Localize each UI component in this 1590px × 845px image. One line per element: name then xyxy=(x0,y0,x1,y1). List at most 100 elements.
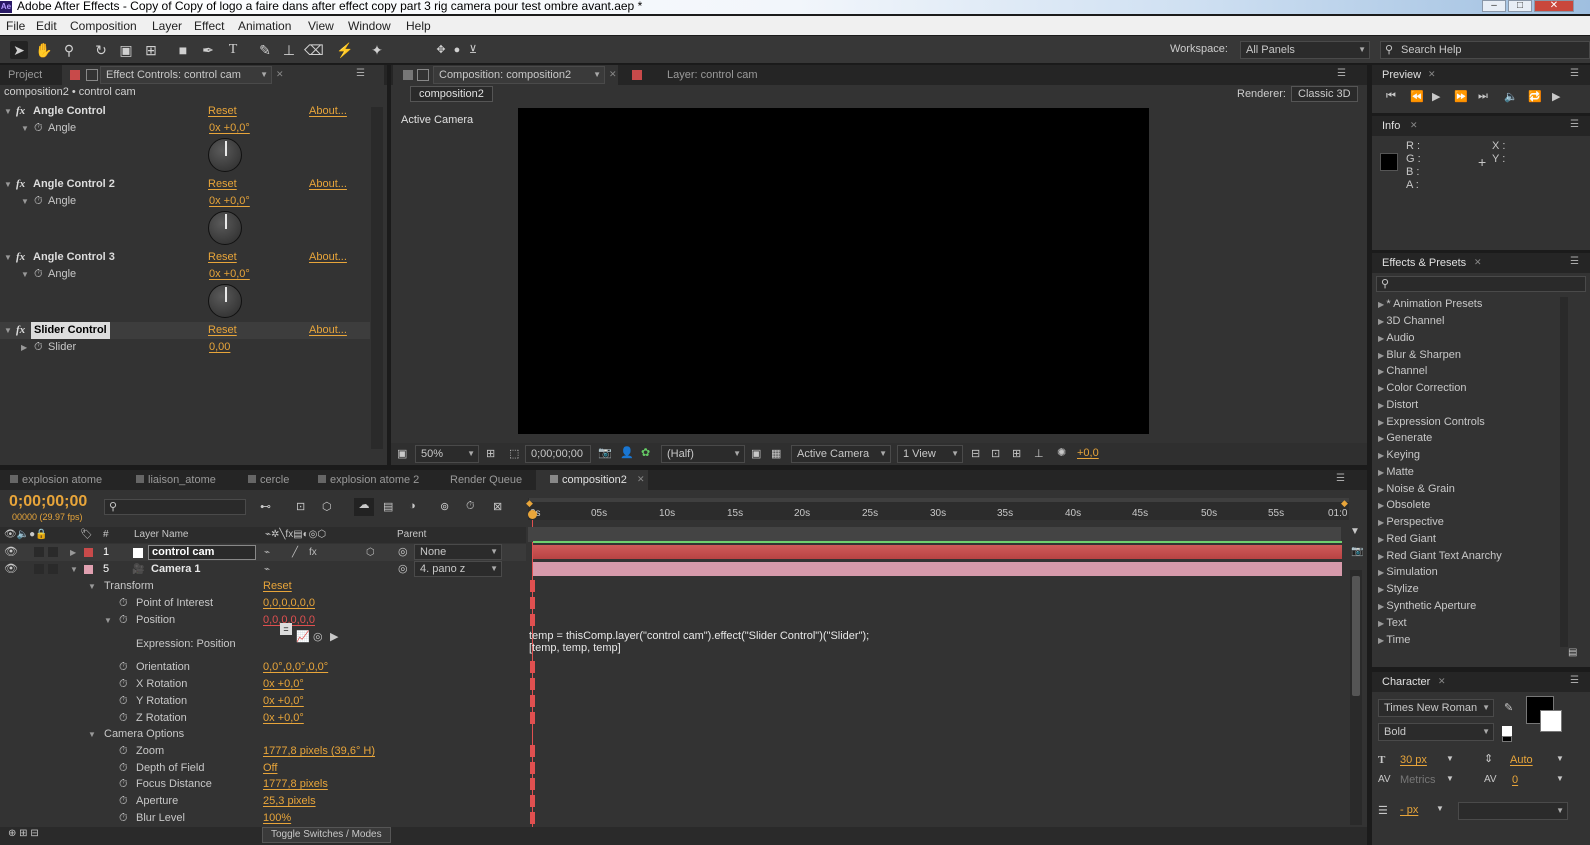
last-frame-icon[interactable]: ⏭ xyxy=(1478,90,1488,103)
preset-item[interactable]: ▶ Red Giant Text Anarchy xyxy=(1378,548,1502,564)
lock-tab-icon[interactable] xyxy=(86,69,98,81)
preset-item[interactable]: ▶ Audio xyxy=(1378,330,1415,346)
pickwhip-icon[interactable]: ◎ xyxy=(398,561,408,578)
tracking-value[interactable]: 0 xyxy=(1512,774,1518,786)
menu-file[interactable]: File xyxy=(6,19,25,33)
effect-row-angle-control-3[interactable]: ▼ fx Angle Control 3 Reset About... xyxy=(0,249,370,266)
effects-search-input[interactable]: ⚲ xyxy=(1376,276,1586,292)
graph-editor-icon[interactable]: ⊠ xyxy=(493,500,502,513)
channel-rgb-icon[interactable]: ✿ xyxy=(641,446,650,459)
effect-controls-tab[interactable]: Effect Controls: control cam ▼ xyxy=(100,66,272,84)
close-tab-icon[interactable]: ✕ xyxy=(1474,257,1482,268)
keyframe-marker-icon[interactable] xyxy=(530,661,535,673)
keyframe-marker-icon[interactable] xyxy=(530,712,535,724)
about-link[interactable]: About... xyxy=(309,103,347,120)
prop-value[interactable]: 25,3 pixels xyxy=(263,793,316,810)
layer-duration-bar[interactable] xyxy=(533,562,1342,576)
menu-layer[interactable]: Layer xyxy=(152,19,182,33)
current-time-field[interactable]: 0;00;00;00 xyxy=(525,445,591,463)
about-link[interactable]: About... xyxy=(309,322,347,339)
parent-dropdown[interactable]: None ▼ xyxy=(414,544,502,560)
stroke-style-dropdown[interactable]: ▼ xyxy=(1458,802,1568,820)
effects-list-scrollbar[interactable] xyxy=(1560,297,1568,647)
exposure-value[interactable]: +0,0 xyxy=(1077,447,1099,459)
font-size-value[interactable]: 30 px xyxy=(1400,754,1427,766)
audio-icon[interactable]: 🔈 xyxy=(1504,90,1518,103)
eyedropper-icon[interactable]: ✎ xyxy=(1504,701,1513,714)
collapse-triangle-icon[interactable]: ▼ xyxy=(4,176,12,193)
preset-item[interactable]: ▶ Text xyxy=(1378,615,1407,631)
current-time-display[interactable]: 0;00;00;00 xyxy=(9,493,87,511)
roto-brush-tool-icon[interactable]: ⚡ xyxy=(336,41,354,59)
scrollbar-thumb[interactable] xyxy=(1352,576,1360,696)
comp-marker-bin-icon[interactable]: ▼ xyxy=(1350,526,1360,537)
layer-name-field[interactable]: control cam xyxy=(148,545,256,560)
param-value[interactable]: 0x +0,0° xyxy=(209,120,250,137)
reset-link[interactable]: Reset xyxy=(208,103,237,120)
draft-3d-icon[interactable]: ⬡ xyxy=(322,500,332,513)
collapse-triangle-icon[interactable]: ▼ xyxy=(21,266,29,283)
menu-composition[interactable]: Composition xyxy=(70,19,137,33)
always-preview-icon[interactable]: ▣ xyxy=(397,447,407,460)
eraser-tool-icon[interactable]: ⌫ xyxy=(304,41,324,59)
parent-dropdown[interactable]: 4. pano z ▼ xyxy=(414,561,502,577)
chevron-down-icon[interactable]: ▼ xyxy=(1436,804,1444,813)
workspace-dropdown[interactable]: All Panels ▼ xyxy=(1240,41,1370,59)
expression-language-menu-icon[interactable]: ▶ xyxy=(330,622,338,652)
type-tool-icon[interactable]: T xyxy=(224,41,242,59)
view-axis-icon[interactable]: ⊻ xyxy=(464,41,482,59)
keyframe-marker-icon[interactable] xyxy=(530,762,535,774)
stopwatch-icon[interactable]: ⏱ xyxy=(119,659,128,676)
tab-explosion-atome-2[interactable]: explosion atome 2 xyxy=(318,470,419,490)
hand-tool-icon[interactable]: ✋ xyxy=(35,41,53,59)
live-update-icon[interactable]: ⊡ xyxy=(296,500,305,513)
selection-tool-icon[interactable]: ➤ xyxy=(10,41,28,59)
tab-liaison-atome[interactable]: liaison_atome xyxy=(136,470,216,490)
resolution-dropdown[interactable]: (Half) ▼ xyxy=(661,445,745,463)
menu-help[interactable]: Help xyxy=(406,19,431,33)
maximize-icon[interactable]: □ xyxy=(1508,0,1532,12)
ram-preview-icon[interactable]: ▶ xyxy=(1552,90,1560,103)
solo-box[interactable] xyxy=(34,547,44,557)
expression-editor[interactable]: temp = thisComp.layer("control cam").eff… xyxy=(529,630,869,654)
shy-switch-icon[interactable]: ⌁ xyxy=(264,544,270,561)
lock-tab-icon[interactable] xyxy=(417,69,429,81)
rotation-tool-icon[interactable]: ↻ xyxy=(92,41,110,59)
stopwatch-icon[interactable]: ⏱ xyxy=(34,120,43,137)
collapse-triangle-icon[interactable]: ▼ xyxy=(104,612,112,629)
search-help-field[interactable]: ⚲ Search Help xyxy=(1380,41,1590,59)
fx-icon[interactable]: fx xyxy=(16,103,25,120)
quality-switch-icon[interactable]: ╱ xyxy=(292,544,298,561)
hide-shy-layers-icon[interactable]: ☁ xyxy=(354,498,374,516)
toggle-switches-modes-button[interactable]: Toggle Switches / Modes xyxy=(262,827,391,843)
preset-item[interactable]: ▶ Synthetic Aperture xyxy=(1378,598,1476,614)
preset-item[interactable]: ▶ 3D Channel xyxy=(1378,313,1444,329)
brainstorm-icon[interactable]: ⊚ xyxy=(440,500,449,513)
panel-menu-icon[interactable]: ☰ xyxy=(1570,68,1579,79)
collapse-triangle-icon[interactable]: ▼ xyxy=(70,561,78,578)
composition-subtab[interactable]: composition2 xyxy=(410,86,493,102)
collapse-triangle-icon[interactable]: ▼ xyxy=(4,103,12,120)
motion-blur-icon[interactable]: ◑ xyxy=(409,500,416,512)
stopwatch-icon[interactable]: ⏱ xyxy=(119,595,128,612)
pan-behind-tool-icon[interactable]: ⊞ xyxy=(142,41,160,59)
fast-previews-icon[interactable]: ⊡ xyxy=(991,447,1000,460)
param-value[interactable]: 0,00 xyxy=(209,339,230,356)
next-frame-icon[interactable]: ⏩ xyxy=(1454,90,1468,103)
zoom-tool-icon[interactable]: ⚲ xyxy=(60,41,78,59)
layer-row-camera-1[interactable]: 👁 ▼ 5 🎥 Camera 1 ⌁ ◎ 4. pano z ▼ xyxy=(0,561,526,578)
about-link[interactable]: About... xyxy=(309,249,347,266)
close-tab-icon[interactable]: ✕ xyxy=(637,474,645,485)
panel-menu-icon[interactable]: ☰ xyxy=(356,68,365,79)
keyframe-marker-icon[interactable] xyxy=(530,778,535,790)
first-frame-icon[interactable]: ⏮ xyxy=(1386,90,1396,103)
loop-icon[interactable]: 🔁 xyxy=(1528,90,1542,103)
close-tab-icon[interactable]: ✕ xyxy=(276,69,284,80)
pen-tool-icon[interactable]: ✒ xyxy=(199,41,217,59)
chevron-down-icon[interactable]: ▼ xyxy=(1556,774,1564,783)
black-swatch[interactable] xyxy=(1502,736,1512,742)
preset-item[interactable]: ▶ Perspective xyxy=(1378,514,1444,530)
effect-switch-icon[interactable]: fx xyxy=(309,544,317,561)
stopwatch-icon[interactable]: ⏱ xyxy=(119,676,128,693)
tab-character[interactable]: Character xyxy=(1382,672,1430,692)
